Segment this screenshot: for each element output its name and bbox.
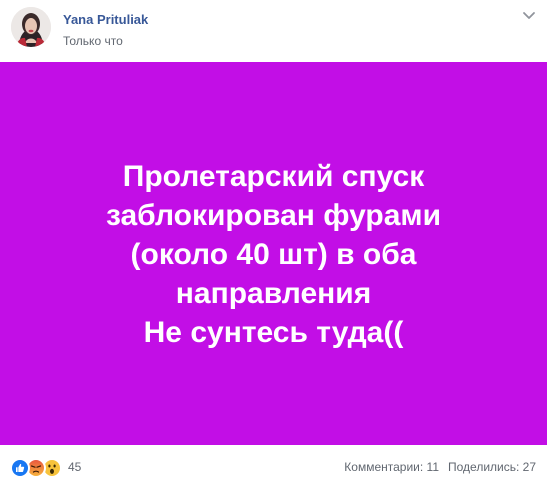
post-stats: Комментарии: 11 Поделились: 27: [344, 460, 536, 474]
banner-line: Не сунтесь туда((: [143, 316, 404, 349]
banner-line: заблокирован фурами: [105, 199, 442, 232]
like-icon: [10, 458, 30, 478]
shares-count-link[interactable]: Поделились: 27: [448, 460, 536, 474]
chevron-down-icon[interactable]: [522, 8, 536, 19]
reaction-count[interactable]: 45: [68, 460, 81, 474]
author-name[interactable]: Yana Prituliak: [63, 12, 148, 28]
banner-line: Пролетарский спуск: [122, 160, 425, 193]
comments-count-link[interactable]: Комментарии: 11: [344, 460, 439, 474]
post-header: Yana Prituliak Только что: [0, 0, 547, 62]
banner-text: Пролетарский спуск заблокирован фурами (…: [0, 157, 547, 352]
post-footer: 45 Комментарии: 11 Поделились: 27: [0, 445, 547, 487]
post-card: Yana Prituliak Только что Пролетарский с…: [0, 0, 547, 487]
avatar[interactable]: [11, 7, 51, 47]
banner-line: направления: [175, 277, 372, 310]
avatar-image: [11, 7, 51, 47]
post-timestamp[interactable]: Только что: [63, 34, 123, 48]
banner-line: (около 40 шт) в оба: [130, 238, 417, 271]
post-text-banner: Пролетарский спуск заблокирован фурами (…: [0, 62, 547, 445]
